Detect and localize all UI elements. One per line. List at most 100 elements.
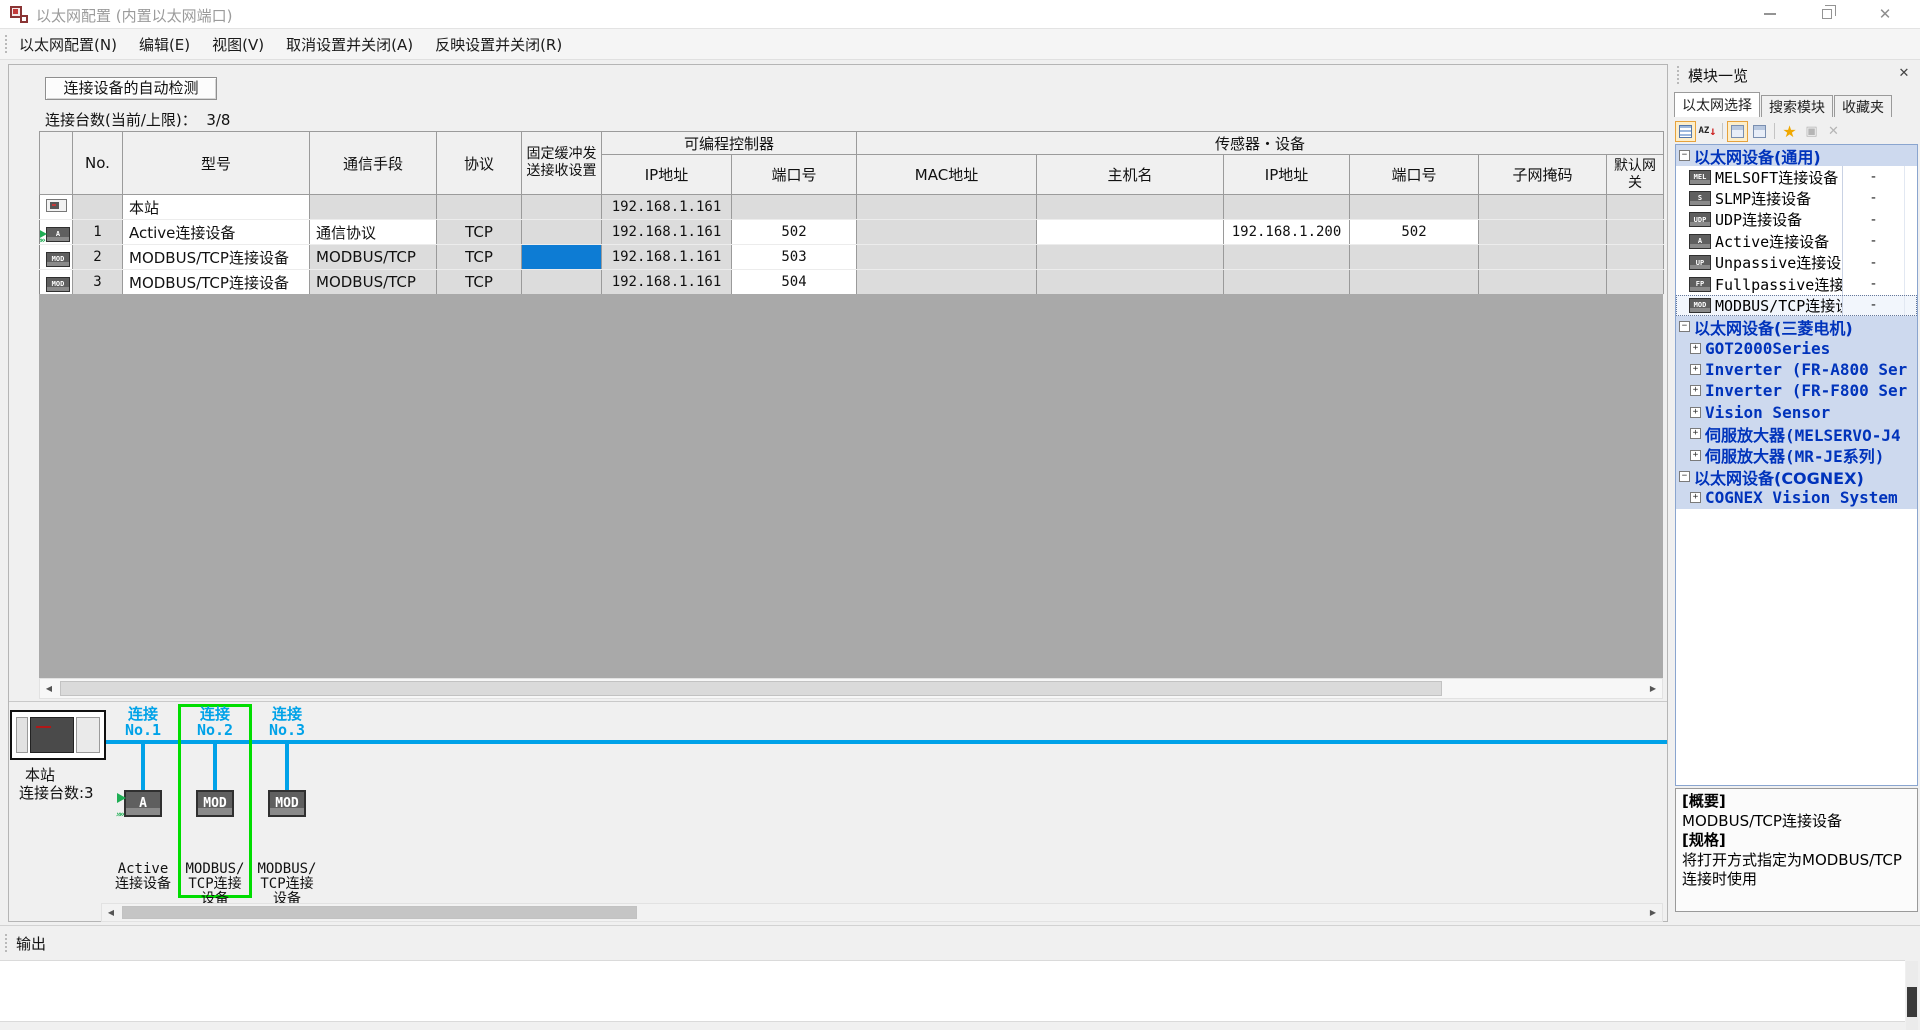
tree-collapse-icon[interactable]: [1727, 121, 1748, 142]
tree-section[interactable]: −以太网设备(三菱电机): [1676, 316, 1917, 337]
collapse-icon[interactable]: −: [1679, 321, 1690, 332]
cell-method-row1[interactable]: 通信协议: [310, 220, 437, 245]
cell-ip-row3[interactable]: [1224, 270, 1350, 295]
cell-plc_port-row1[interactable]: 502: [732, 220, 857, 245]
plc-unit-image[interactable]: [10, 710, 106, 760]
menu-item-0[interactable]: 以太网配置(N): [8, 36, 128, 54]
menu-item-4[interactable]: 反映设置并关闭(R): [424, 36, 573, 54]
close-button[interactable]: ✕: [1862, 0, 1908, 28]
delete-icon[interactable]: ✕: [1823, 121, 1844, 142]
auto-detect-button[interactable]: 连接设备的自动检测: [45, 77, 217, 100]
expand-icon[interactable]: +: [1690, 364, 1701, 375]
row-selector[interactable]: MOD: [40, 245, 73, 270]
cell-plc_port-row2[interactable]: 503: [732, 245, 857, 270]
cell-host-row1[interactable]: [1037, 220, 1224, 245]
scroll-left-icon[interactable]: ◀: [102, 904, 120, 921]
tree-item[interactable]: FPFullpassive连接-: [1676, 273, 1917, 294]
cell-subnet-row2[interactable]: [1479, 245, 1607, 270]
device-icon-3[interactable]: MOD: [268, 790, 306, 817]
cell-no-row0[interactable]: [73, 195, 123, 220]
cell-mac-row1[interactable]: [857, 220, 1037, 245]
menu-item-3[interactable]: 取消设置并关闭(A): [275, 36, 424, 54]
tree-item[interactable]: UPUnpassive连接设-: [1676, 252, 1917, 273]
panel-close-icon[interactable]: ✕: [1894, 64, 1914, 84]
scrollbar-thumb[interactable]: [122, 906, 637, 919]
tree-item[interactable]: +Inverter (FR-F800 Ser: [1676, 380, 1917, 401]
tree-item[interactable]: MODMODBUS/TCP连接设-: [1676, 295, 1917, 316]
cell-gateway-row3[interactable]: [1607, 270, 1664, 295]
cell-model-row2[interactable]: MODBUS/TCP连接设备: [123, 245, 310, 270]
add-favorite-icon[interactable]: ▣: [1801, 121, 1822, 142]
cell-port-row0[interactable]: [1350, 195, 1479, 220]
cell-port-row3[interactable]: [1350, 270, 1479, 295]
tree-section[interactable]: −以太网设备(通用): [1676, 145, 1917, 166]
cell-protocol-row0[interactable]: [437, 195, 522, 220]
tree-item[interactable]: SSLMP连接设备-: [1676, 188, 1917, 209]
cell-buffer-row2[interactable]: [522, 245, 602, 270]
cell-plc_ip-row0[interactable]: 192.168.1.161: [602, 195, 732, 220]
cell-mac-row0[interactable]: [857, 195, 1037, 220]
cell-method-row2[interactable]: MODBUS/TCP: [310, 245, 437, 270]
cell-plc_ip-row3[interactable]: 192.168.1.161: [602, 270, 732, 295]
restore-button[interactable]: [1804, 0, 1850, 28]
tree-item[interactable]: +GOT2000Series: [1676, 338, 1917, 359]
cell-no-row3[interactable]: 3: [73, 270, 123, 295]
cell-plc_ip-row1[interactable]: 192.168.1.161: [602, 220, 732, 245]
cell-plc_port-row0[interactable]: [732, 195, 857, 220]
sort-az-icon[interactable]: AZ↓: [1697, 121, 1718, 142]
tree-item[interactable]: MELMELSOFT连接设备-: [1676, 166, 1917, 187]
favorite-star-icon[interactable]: ★: [1779, 121, 1800, 142]
cell-subnet-row0[interactable]: [1479, 195, 1607, 220]
cell-ip-row0[interactable]: [1224, 195, 1350, 220]
cell-protocol-row3[interactable]: TCP: [437, 270, 522, 295]
tree-item[interactable]: UDPUDP连接设备-: [1676, 209, 1917, 230]
cell-port-row1[interactable]: 502: [1350, 220, 1479, 245]
tree-item[interactable]: +伺服放大器(MR-JE系列): [1676, 444, 1917, 465]
tree-section[interactable]: −以太网设备(COGNEX): [1676, 466, 1917, 487]
cell-model-row0[interactable]: 本站: [123, 195, 310, 220]
cell-mac-row3[interactable]: [857, 270, 1037, 295]
cell-ip-row1[interactable]: 192.168.1.200: [1224, 220, 1350, 245]
expand-icon[interactable]: +: [1690, 407, 1701, 418]
row-selector[interactable]: A»»: [40, 220, 73, 245]
menu-item-2[interactable]: 视图(V): [201, 36, 275, 54]
tree-item[interactable]: +伺服放大器(MELSERVO-J4: [1676, 423, 1917, 444]
cell-mac-row2[interactable]: [857, 245, 1037, 270]
expand-icon[interactable]: +: [1690, 343, 1701, 354]
expand-icon[interactable]: +: [1690, 450, 1701, 461]
cell-plc_ip-row2[interactable]: 192.168.1.161: [602, 245, 732, 270]
cell-method-row0[interactable]: [310, 195, 437, 220]
cell-protocol-row1[interactable]: TCP: [437, 220, 522, 245]
cell-plc_port-row3[interactable]: 504: [732, 270, 857, 295]
menu-item-1[interactable]: 编辑(E): [128, 36, 201, 54]
cell-host-row0[interactable]: [1037, 195, 1224, 220]
output-content[interactable]: [0, 960, 1905, 1022]
device-icon-1[interactable]: A»»: [124, 790, 162, 817]
cell-gateway-row2[interactable]: [1607, 245, 1664, 270]
diagram-horizontal-scrollbar[interactable]: ◀ ▶: [101, 903, 1663, 922]
cell-buffer-row1[interactable]: [522, 220, 602, 245]
output-scrollbar-thumb[interactable]: [1907, 987, 1917, 1017]
row-selector[interactable]: [40, 195, 73, 220]
tab-1[interactable]: 搜索模块: [1761, 95, 1833, 117]
cell-ip-row2[interactable]: [1224, 245, 1350, 270]
device-icon-2[interactable]: MOD: [196, 790, 234, 817]
scroll-left-icon[interactable]: ◀: [40, 679, 58, 698]
minimize-button[interactable]: [1747, 0, 1793, 28]
cell-buffer-row0[interactable]: [522, 195, 602, 220]
tab-2[interactable]: 收藏夹: [1834, 95, 1892, 117]
cell-host-row2[interactable]: [1037, 245, 1224, 270]
tree-item[interactable]: AActive连接设备-: [1676, 231, 1917, 252]
scroll-right-icon[interactable]: ▶: [1644, 679, 1662, 698]
tree-item[interactable]: +COGNEX Vision System: [1676, 487, 1917, 508]
cell-gateway-row0[interactable]: [1607, 195, 1664, 220]
expand-icon[interactable]: +: [1690, 385, 1701, 396]
cell-model-row1[interactable]: Active连接设备: [123, 220, 310, 245]
tab-0[interactable]: 以太网选择: [1674, 92, 1760, 117]
row-selector[interactable]: MOD: [40, 270, 73, 295]
cell-protocol-row2[interactable]: TCP: [437, 245, 522, 270]
module-display-icon[interactable]: [1675, 121, 1696, 142]
cell-gateway-row1[interactable]: [1607, 220, 1664, 245]
cell-host-row3[interactable]: [1037, 270, 1224, 295]
expand-icon[interactable]: +: [1690, 492, 1701, 503]
